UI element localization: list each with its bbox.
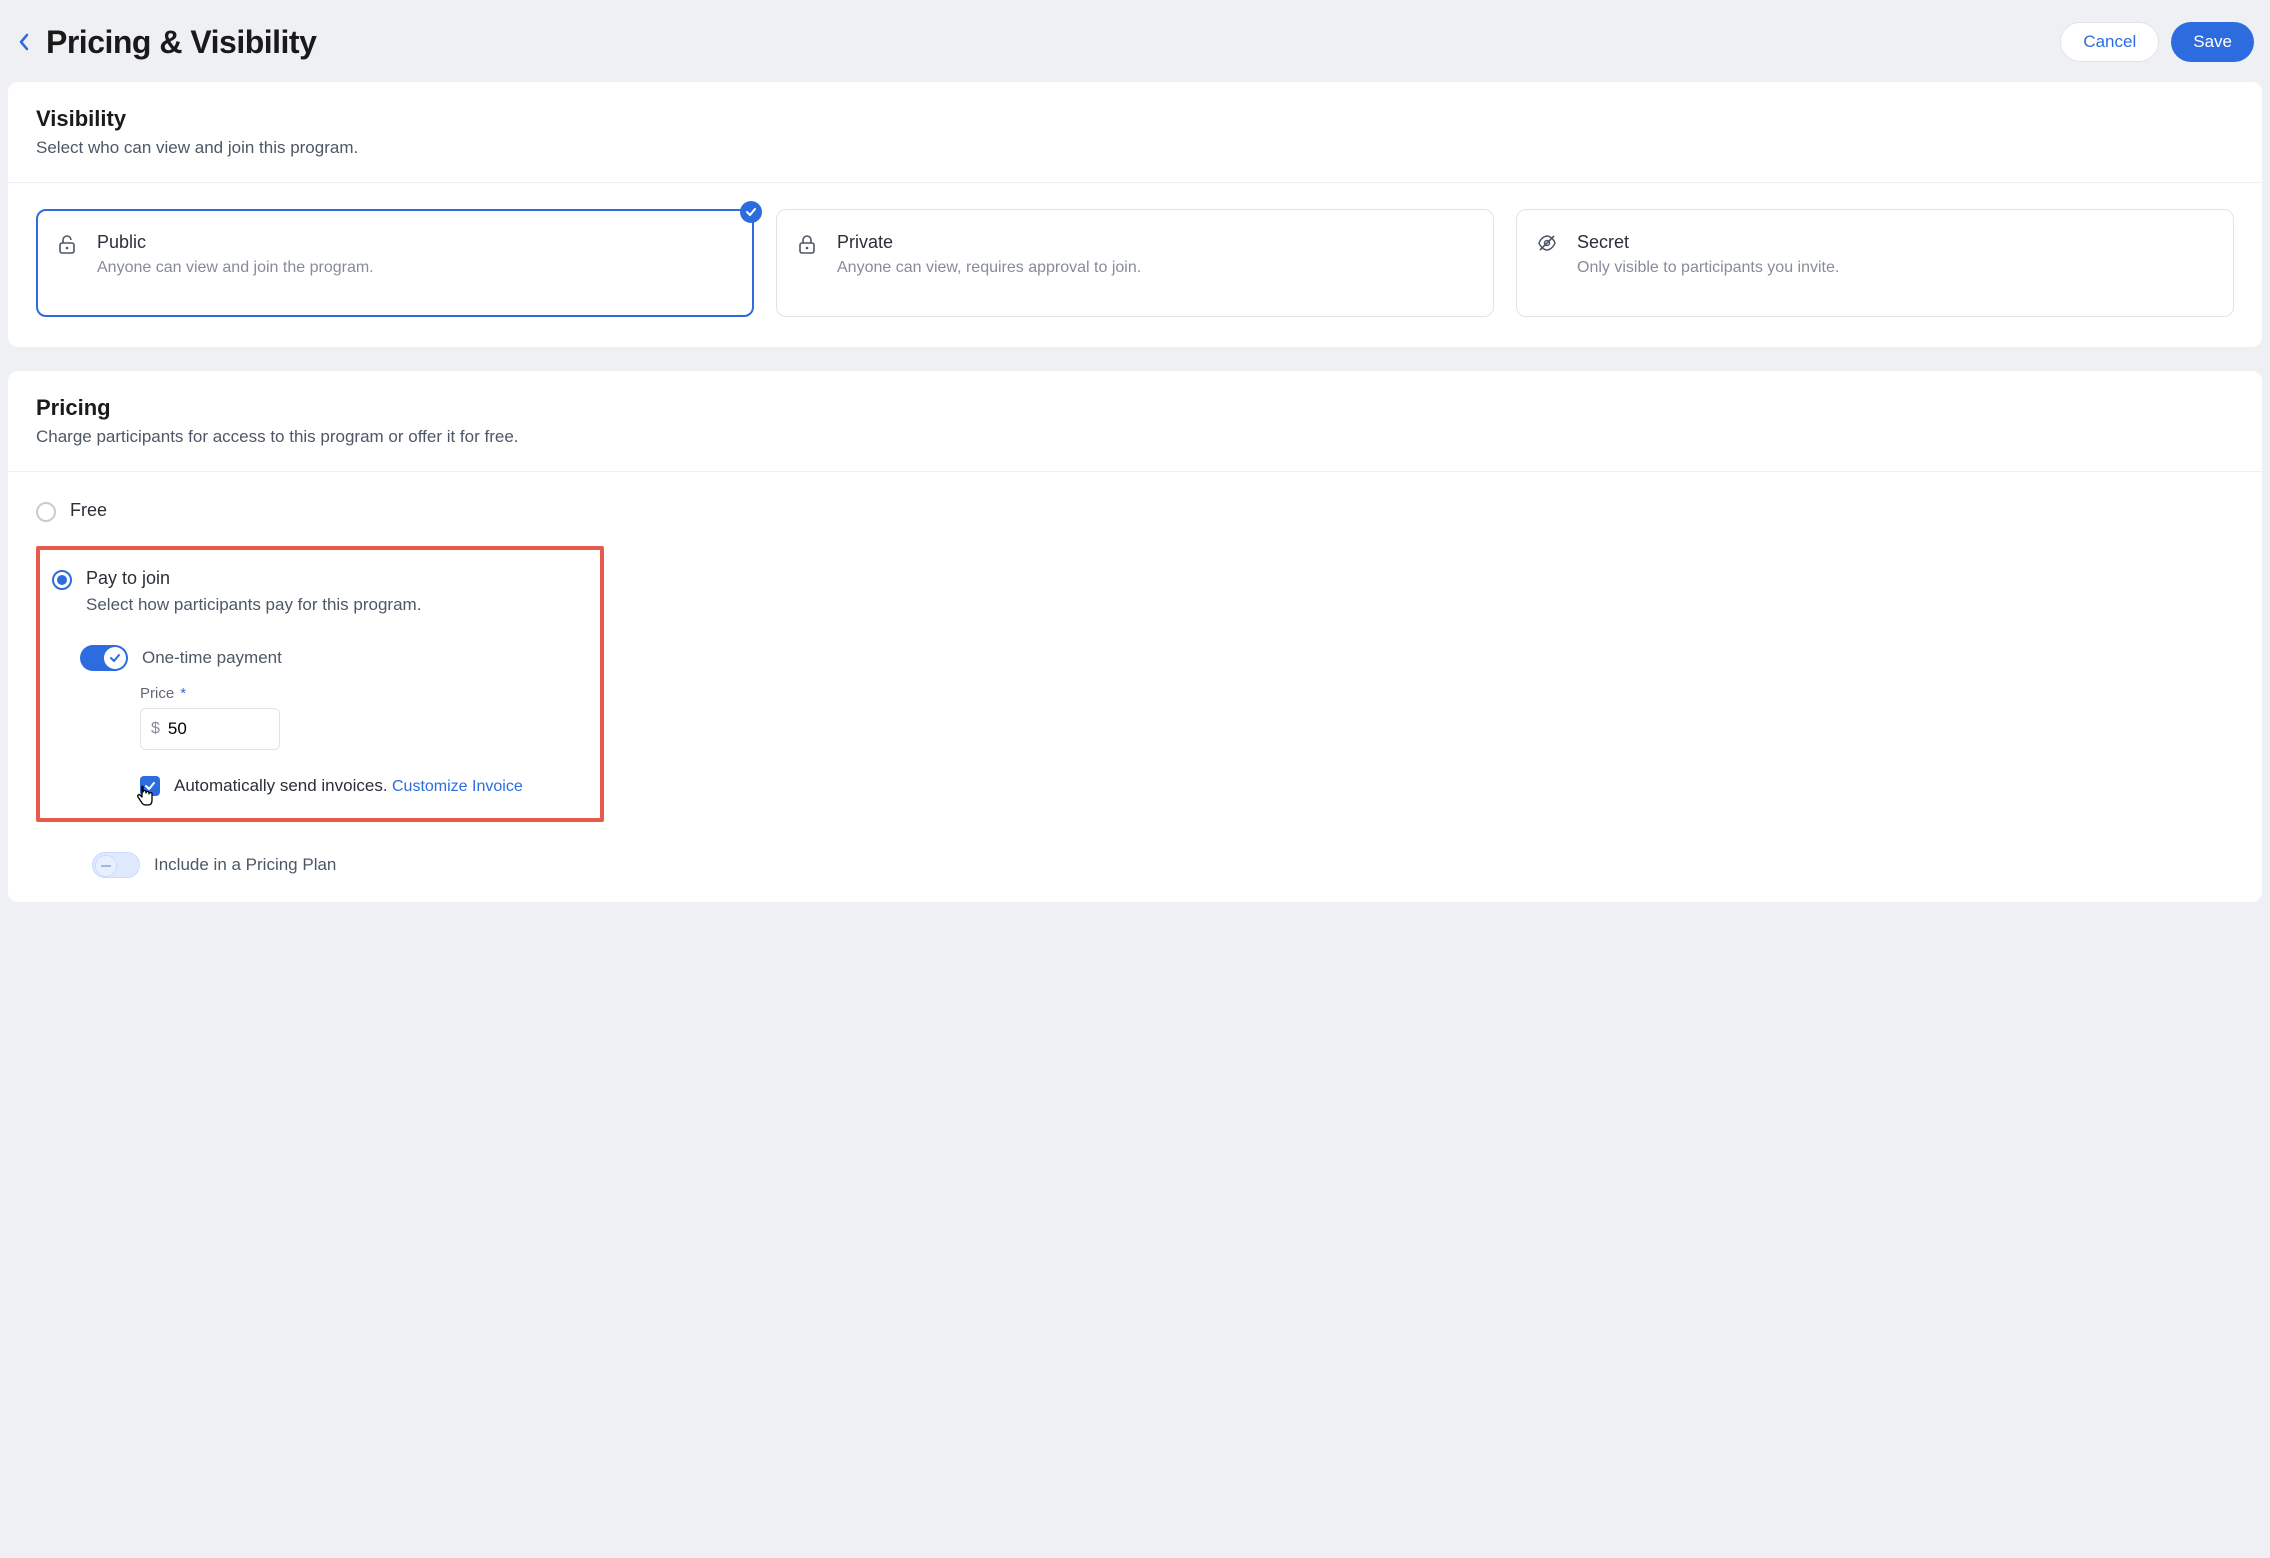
radio-pay[interactable] <box>52 570 72 590</box>
visibility-title: Visibility <box>36 106 2234 132</box>
price-label: Price <box>140 685 174 702</box>
visibility-option-public[interactable]: Public Anyone can view and join the prog… <box>36 209 754 317</box>
price-field[interactable] <box>168 719 228 739</box>
page-header: Pricing & Visibility Cancel Save <box>8 8 2262 82</box>
price-input-wrapper[interactable]: $ <box>140 708 280 750</box>
option-title: Private <box>837 232 1141 253</box>
pay-to-join-highlight: Pay to join Select how participants pay … <box>36 546 604 822</box>
pricing-plan-toggle[interactable] <box>92 852 140 878</box>
currency-symbol: $ <box>151 720 160 738</box>
pricing-title: Pricing <box>36 395 2234 421</box>
radio-pay-label: Pay to join <box>86 568 421 589</box>
pricing-plan-label: Include in a Pricing Plan <box>154 855 336 875</box>
auto-invoice-label: Automatically send invoices. <box>174 776 388 795</box>
pricing-option-pay[interactable]: Pay to join Select how participants pay … <box>52 568 584 625</box>
back-button[interactable] <box>12 30 36 54</box>
option-title: Secret <box>1577 232 1839 253</box>
radio-free[interactable] <box>36 502 56 522</box>
check-icon <box>745 206 757 218</box>
required-asterisk: * <box>180 685 186 702</box>
page-title: Pricing & Visibility <box>46 24 316 61</box>
eye-off-icon <box>1537 234 1557 294</box>
visibility-option-secret[interactable]: Secret Only visible to participants you … <box>1516 209 2234 317</box>
save-button[interactable]: Save <box>2171 22 2254 62</box>
check-icon <box>144 780 156 792</box>
customize-invoice-link[interactable]: Customize Invoice <box>392 778 523 795</box>
option-desc: Only visible to participants you invite. <box>1577 257 1839 279</box>
radio-pay-sub: Select how participants pay for this pro… <box>86 595 421 615</box>
chevron-left-icon <box>18 33 30 51</box>
radio-free-label: Free <box>70 500 107 521</box>
one-time-payment-toggle[interactable] <box>80 645 128 671</box>
option-title: Public <box>97 232 374 253</box>
option-desc: Anyone can view, requires approval to jo… <box>837 257 1141 279</box>
selected-badge <box>740 201 762 223</box>
pricing-card: Pricing Charge participants for access t… <box>8 371 2262 902</box>
visibility-subtitle: Select who can view and join this progra… <box>36 138 2234 158</box>
cancel-button[interactable]: Cancel <box>2060 22 2159 62</box>
pricing-option-free[interactable]: Free <box>36 490 2234 532</box>
lock-icon <box>797 234 817 294</box>
unlock-icon <box>57 234 77 294</box>
option-desc: Anyone can view and join the program. <box>97 257 374 279</box>
visibility-option-private[interactable]: Private Anyone can view, requires approv… <box>776 209 1494 317</box>
one-time-payment-label: One-time payment <box>142 648 282 668</box>
check-icon <box>109 652 121 664</box>
visibility-card: Visibility Select who can view and join … <box>8 82 2262 347</box>
pricing-subtitle: Charge participants for access to this p… <box>36 427 2234 447</box>
auto-invoice-checkbox[interactable] <box>140 776 160 796</box>
